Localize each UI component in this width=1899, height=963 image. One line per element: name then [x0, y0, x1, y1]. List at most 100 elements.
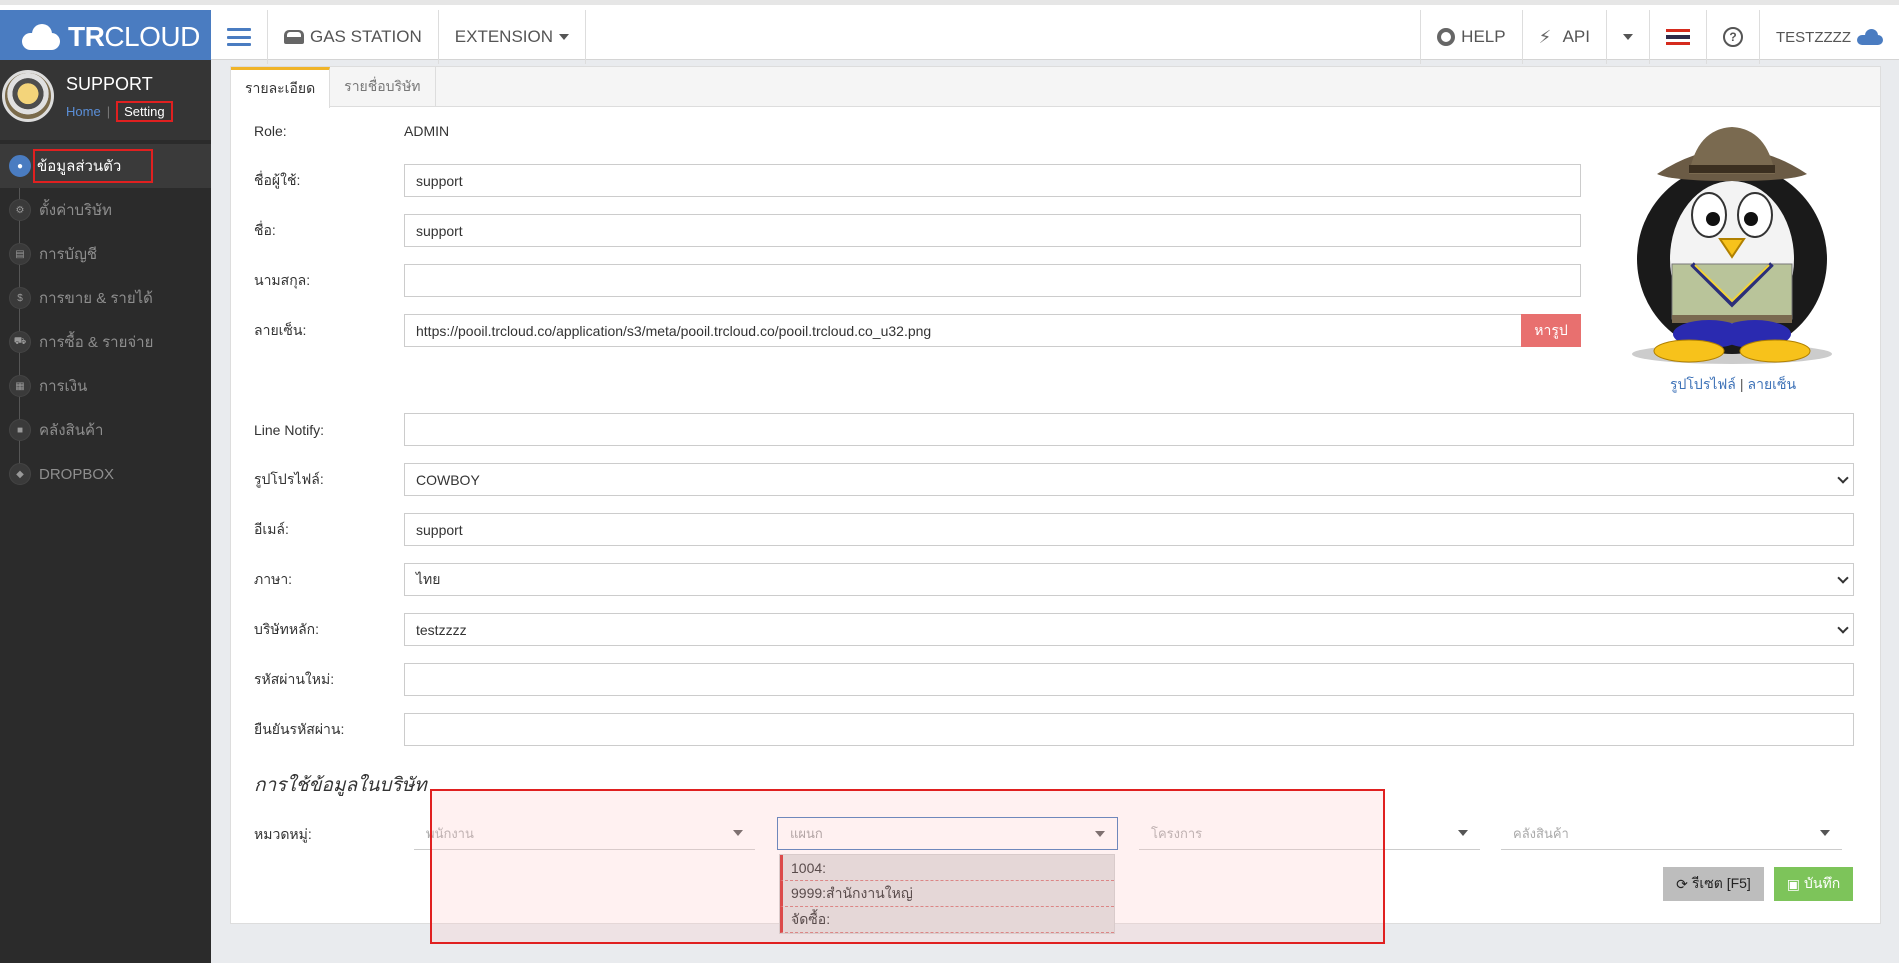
language-flag[interactable]	[1649, 10, 1706, 64]
top-right-nav: HELP ⚡ API ? TESTZZZZ	[1420, 10, 1899, 64]
thai-flag-icon	[1666, 29, 1690, 45]
sidebar-menu: ● ข้อมูลส่วนตัว ⚙ ตั้งค่าบริษัท ▤ การบัญ…	[0, 144, 211, 496]
main-company-select[interactable]: testzzzz	[404, 613, 1854, 646]
confirm-password-row: ยืนยันรหัสผ่าน:	[254, 713, 1854, 746]
book-icon: ▤	[9, 243, 31, 265]
sidebar-item-purchases[interactable]: ⛟ การซื้อ & รายจ่าย	[0, 320, 211, 364]
avatar-select[interactable]: COWBOY	[404, 463, 1854, 496]
lifebuoy-icon	[1437, 28, 1456, 46]
truck-icon: ■	[9, 419, 31, 441]
brand-logo[interactable]: TRCLOUD	[0, 10, 211, 64]
firstname-row: ชื่อ: support	[254, 214, 1581, 247]
signature-url-field[interactable]: https://pooil.trcloud.co/application/s3/…	[404, 314, 1522, 347]
main-panel: รายละเอียด รายชื่อบริษัท Role: ADMIN ชื่…	[230, 66, 1881, 934]
caret-down-icon	[559, 34, 570, 40]
signature-link[interactable]: ลายเซ็น	[1748, 376, 1797, 392]
signature-row: ลายเซ็น: https://pooil.trcloud.co/applic…	[254, 314, 1522, 347]
warehouse-combobox[interactable]: คลังสินค้า	[1501, 817, 1842, 850]
dropdown-option[interactable]: จัดซื้อ:	[780, 907, 1114, 933]
cloud-logo-icon	[18, 23, 62, 51]
caret-down-icon	[1095, 830, 1105, 837]
sidebar: SUPPORT Home | Setting ● ข้อมูลส่วนตัว ⚙…	[0, 60, 211, 963]
more-dropdown[interactable]	[1606, 10, 1649, 64]
department-dropdown-list: 1004: 9999:สำนักงานใหญ่ จัดซื้อ:	[779, 854, 1115, 934]
gear-icon: ⚙	[9, 199, 31, 221]
dropbox-icon: ◆	[9, 463, 31, 485]
top-nav: GAS STATION EXTENSION	[211, 10, 587, 64]
sidebar-item-sales[interactable]: $ การขาย & รายได้	[0, 276, 211, 320]
email-row: อีเมล์: support	[254, 513, 1854, 546]
help-button[interactable]: HELP	[1420, 10, 1521, 64]
reset-button[interactable]: ⟳ รีเซต [F5]	[1663, 867, 1764, 901]
lastname-row: นามสกุล:	[254, 264, 1581, 297]
project-combobox[interactable]: โครงการ	[1139, 817, 1480, 850]
line-notify-field[interactable]	[404, 413, 1854, 446]
chevron-down-icon	[1837, 571, 1849, 584]
new-password-row: รหัสผ่านใหม่:	[254, 663, 1854, 696]
line-notify-row: Line Notify:	[254, 413, 1854, 446]
tab-details[interactable]: รายละเอียด	[231, 67, 331, 108]
question-icon: ?	[1723, 27, 1743, 47]
sidebar-item-personal-info[interactable]: ● ข้อมูลส่วนตัว	[0, 144, 211, 188]
breadcrumb-home[interactable]: Home	[66, 104, 101, 119]
dollar-icon: $	[9, 287, 31, 309]
picture-links: รูปโปรไฟล์ | ลายเซ็น	[1670, 376, 1797, 392]
caret-down-icon	[1820, 830, 1830, 836]
car-icon	[284, 30, 304, 44]
cowboy-penguin-icon	[1632, 127, 1832, 364]
user-icon: ●	[9, 155, 31, 177]
breadcrumb: Home | Setting	[66, 101, 173, 122]
chevron-down-icon	[1837, 621, 1849, 634]
user-menu[interactable]: TESTZZZZ	[1759, 10, 1899, 64]
save-button[interactable]: ▣ บันทึก	[1774, 867, 1853, 901]
plug-icon: ⚡	[1538, 27, 1552, 47]
tab-bar: รายละเอียด รายชื่อบริษัท	[231, 67, 1880, 108]
language-row: ภาษา: ไทย	[254, 563, 1854, 596]
caret-down-icon	[733, 830, 743, 836]
calendar-icon: ▦	[9, 375, 31, 397]
language-select[interactable]: ไทย	[404, 563, 1854, 596]
confirm-password-field[interactable]	[404, 713, 1854, 746]
avatar[interactable]	[2, 70, 54, 122]
caret-down-icon	[1623, 34, 1633, 40]
username-field[interactable]: support	[404, 164, 1581, 197]
chevron-down-icon	[1837, 471, 1849, 484]
email-field[interactable]: support	[404, 513, 1854, 546]
category-row: หมวดหมู่:	[254, 826, 312, 842]
department-combobox[interactable]: แผนก	[777, 817, 1118, 850]
dropdown-option[interactable]: 1004:	[780, 855, 1114, 881]
sidebar-item-accounting[interactable]: ▤ การบัญชี	[0, 232, 211, 276]
top-bar: TRCLOUD GAS STATION EXTENSION HELP ⚡ API	[0, 0, 1899, 64]
sidebar-item-warehouse[interactable]: ■ คลังสินค้า	[0, 408, 211, 452]
profile-name: SUPPORT	[66, 74, 153, 94]
caret-down-icon	[1458, 830, 1468, 836]
find-image-button[interactable]: หารูป	[1521, 314, 1581, 347]
sidebar-item-dropbox[interactable]: ◆ DROPBOX	[0, 452, 211, 496]
role-value: ADMIN	[404, 123, 450, 139]
lastname-field[interactable]	[404, 264, 1581, 297]
sidebar-item-finance[interactable]: ▦ การเงิน	[0, 364, 211, 408]
hamburger-icon	[227, 28, 251, 46]
profile-picture-link[interactable]: รูปโปรไฟล์	[1670, 376, 1736, 392]
refresh-icon: ⟳	[1676, 875, 1688, 892]
firstname-field[interactable]: support	[404, 214, 1581, 247]
gas-station-nav[interactable]: GAS STATION	[268, 10, 439, 64]
avatar-row: รูปโปรไฟล์: COWBOY	[254, 463, 1854, 496]
new-password-field[interactable]	[404, 663, 1854, 696]
api-button[interactable]: ⚡ API	[1521, 10, 1606, 64]
breadcrumb-setting[interactable]: Setting	[116, 101, 173, 122]
extension-menu[interactable]: EXTENSION	[439, 10, 587, 64]
employee-combobox[interactable]: พนักงาน	[414, 817, 755, 850]
menu-toggle-button[interactable]	[211, 10, 268, 64]
dropdown-option[interactable]: 9999:สำนักงานใหญ่	[780, 881, 1114, 907]
section-title: การใช้ข้อมูลในบริษัท	[254, 775, 427, 796]
floppy-disk-icon: ▣	[1786, 875, 1801, 892]
cloud-icon	[1857, 29, 1883, 45]
cart-icon: ⛟	[9, 331, 31, 353]
question-button[interactable]: ?	[1706, 10, 1759, 64]
sidebar-item-company-settings[interactable]: ⚙ ตั้งค่าบริษัท	[0, 188, 211, 232]
tab-company-list[interactable]: รายชื่อบริษัท	[330, 67, 436, 107]
profile-block: SUPPORT Home | Setting	[0, 60, 211, 140]
role-row: Role: ADMIN	[254, 123, 450, 139]
username-row: ชื่อผู้ใช้: support	[254, 164, 1581, 197]
